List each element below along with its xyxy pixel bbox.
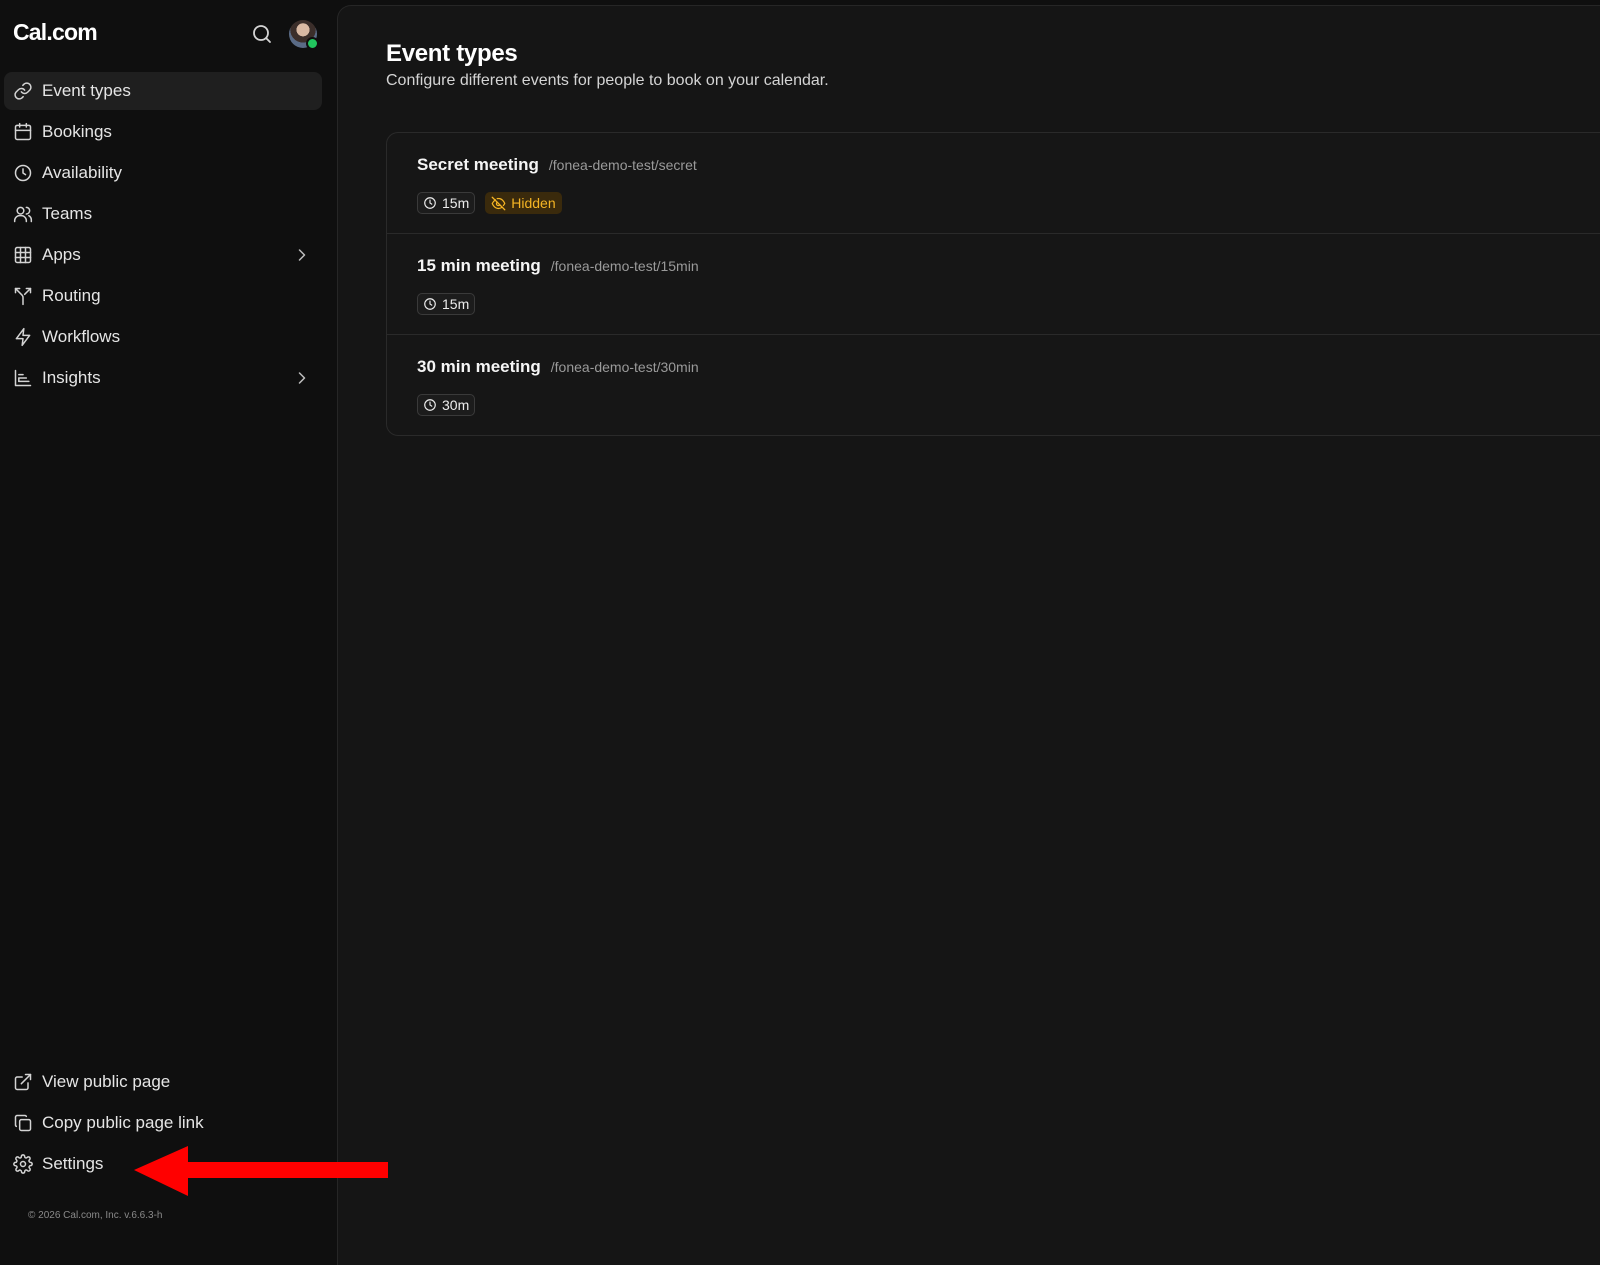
search-icon xyxy=(253,25,271,43)
sidebar-item-routing[interactable]: Routing xyxy=(4,277,322,315)
event-badges: 15m xyxy=(417,293,476,315)
calendar-icon xyxy=(13,122,33,142)
link-icon xyxy=(13,81,33,101)
sidebar-item-label: Copy public page link xyxy=(42,1113,204,1132)
sidebar-item-label: Teams xyxy=(42,204,93,223)
event-title-text: 15 min meeting xyxy=(417,256,541,275)
event-badges: 30m xyxy=(417,394,476,416)
clock-icon xyxy=(424,298,436,310)
event-slug: /fonea-demo-test/30min xyxy=(550,359,699,375)
red-arrow-annotation xyxy=(134,1146,388,1196)
zap-icon xyxy=(13,327,33,347)
duration-badge: 15m xyxy=(417,192,476,214)
sidebar-item-label: Availability xyxy=(42,163,123,182)
event-type-row-15-min-meeting[interactable]: 15 min meeting/fonea-demo-test/15min 15m xyxy=(387,234,1600,335)
clock-icon xyxy=(424,197,436,209)
sidebar-item-label: Settings xyxy=(42,1154,104,1173)
chevron-right-icon xyxy=(298,372,306,384)
main-panel: Event types Configure different events f… xyxy=(337,5,1600,1265)
sidebar-item-label: Apps xyxy=(42,245,81,264)
sidebar-item-apps[interactable]: Apps xyxy=(4,236,322,274)
event-type-list: Secret meeting/fonea-demo-test/secret 15… xyxy=(386,132,1600,436)
sidebar-item-teams[interactable]: Teams xyxy=(4,195,322,233)
sidebar-item-workflows[interactable]: Workflows xyxy=(4,318,322,356)
brand-logo[interactable]: Cal.com xyxy=(13,19,98,46)
clock-icon xyxy=(13,163,33,183)
grid-icon xyxy=(13,245,33,265)
event-slug: /fonea-demo-test/secret xyxy=(548,157,697,173)
sidebar-item-view-public-page[interactable]: View public page xyxy=(4,1063,322,1101)
copy-icon xyxy=(13,1113,33,1133)
duration-text: 30m xyxy=(442,397,470,413)
sidebar: Cal.com Event types Bookings Availabilit… xyxy=(0,0,336,1265)
online-status-dot xyxy=(306,37,319,50)
sidebar-item-insights[interactable]: Insights xyxy=(4,359,322,397)
copyright-text: © 2026 Cal.com, Inc. v.6.6.3-h xyxy=(28,1210,163,1221)
sidebar-item-event-types[interactable]: Event types xyxy=(4,72,322,110)
duration-text: 15m xyxy=(442,296,470,312)
clock-icon xyxy=(424,399,436,411)
primary-nav: Event types Bookings Availability Teams xyxy=(4,72,322,400)
duration-badge: 15m xyxy=(417,293,476,315)
sidebar-item-copy-public-page-link[interactable]: Copy public page link xyxy=(4,1104,322,1142)
event-title-text: 30 min meeting xyxy=(417,357,541,376)
hidden-badge: Hidden xyxy=(485,192,562,214)
gear-icon xyxy=(13,1154,33,1174)
sidebar-item-label: Workflows xyxy=(42,327,121,346)
event-slug: /fonea-demo-test/15min xyxy=(550,258,699,274)
bar-chart-icon xyxy=(13,368,33,388)
sidebar-item-availability[interactable]: Availability xyxy=(4,154,322,192)
external-link-icon xyxy=(13,1072,33,1092)
users-icon xyxy=(13,204,33,224)
event-type-row-30-min-meeting[interactable]: 30 min meeting/fonea-demo-test/30min 30m xyxy=(387,335,1600,435)
page-subtitle: Configure different events for people to… xyxy=(386,72,829,89)
search-button[interactable] xyxy=(250,22,274,46)
event-title[interactable]: 15 min meeting/fonea-demo-test/15min xyxy=(417,256,699,276)
user-avatar[interactable] xyxy=(289,20,319,50)
app-window: Cal.com Event types Bookings Availabilit… xyxy=(0,0,1600,1265)
duration-badge: 30m xyxy=(417,394,476,416)
eye-off-icon xyxy=(491,196,506,210)
duration-text: 15m xyxy=(442,195,470,211)
brand-row: Cal.com xyxy=(0,0,336,68)
event-title[interactable]: 30 min meeting/fonea-demo-test/30min xyxy=(417,357,699,377)
sidebar-item-bookings[interactable]: Bookings xyxy=(4,113,322,151)
event-badges: 15m Hidden xyxy=(417,192,562,214)
split-icon xyxy=(13,286,33,306)
sidebar-item-label: Insights xyxy=(42,368,101,387)
event-type-row-secret-meeting[interactable]: Secret meeting/fonea-demo-test/secret 15… xyxy=(387,133,1600,234)
page-title: Event types xyxy=(386,40,518,67)
sidebar-item-label: Routing xyxy=(42,286,101,305)
chevron-right-icon xyxy=(298,249,306,261)
sidebar-item-label: Event types xyxy=(42,81,131,100)
event-title[interactable]: Secret meeting/fonea-demo-test/secret xyxy=(417,155,697,175)
sidebar-item-label: Bookings xyxy=(42,122,112,141)
hidden-text: Hidden xyxy=(511,195,556,211)
sidebar-item-label: View public page xyxy=(42,1072,171,1091)
event-title-text: Secret meeting xyxy=(417,155,539,174)
